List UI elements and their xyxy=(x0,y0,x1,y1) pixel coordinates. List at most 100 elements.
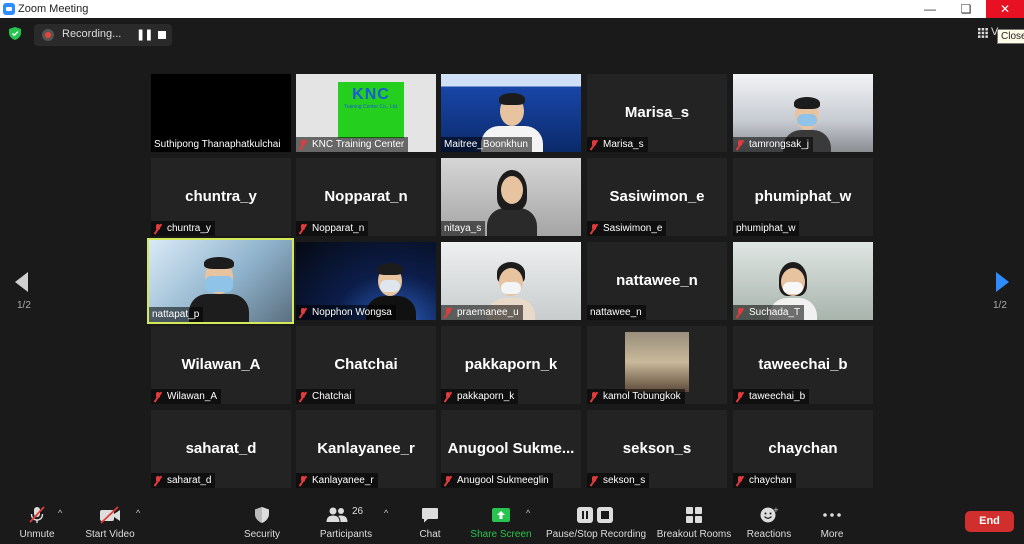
more-button[interactable]: More xyxy=(812,506,852,540)
video-options-caret-icon[interactable]: ^ xyxy=(136,508,140,518)
more-label: More xyxy=(820,529,844,540)
participant-tile[interactable]: sekson_s sekson_s xyxy=(587,410,727,488)
participant-display-name: Wilawan_A xyxy=(181,356,261,373)
participant-name-label: Maitree_Boonkhun xyxy=(441,137,532,152)
gallery-view-icon[interactable] xyxy=(978,28,988,38)
knc-logo: KNC Training Center Co., Ltd. xyxy=(338,82,404,138)
end-meeting-button[interactable]: End xyxy=(965,511,1014,532)
participant-display-name: phumiphat_w xyxy=(754,188,852,205)
participant-display-name: sekson_s xyxy=(622,440,692,457)
participant-display-name: saharat_d xyxy=(185,440,257,457)
participant-name-label: Kanlayanee_r xyxy=(296,473,378,488)
participant-display-name: Anugool Sukme... xyxy=(447,440,575,457)
participant-tile[interactable]: KNC Training Center Co., Ltd. KNC Traini… xyxy=(296,74,436,152)
participant-tile-active-speaker[interactable]: nattapat_p xyxy=(147,238,294,324)
participant-tile[interactable]: Nopparat_n Nopparat_n xyxy=(296,158,436,236)
participant-name-label: phumiphat_w xyxy=(733,221,800,236)
participant-tile[interactable]: Sasiwimon_e Sasiwimon_e xyxy=(587,158,727,236)
minimize-button[interactable]: — xyxy=(914,0,946,18)
muted-mic-icon xyxy=(444,391,452,402)
participant-name-label: Nopphon Wongsa xyxy=(296,305,396,320)
chat-button[interactable]: Chat xyxy=(410,506,450,540)
participant-tile[interactable]: Suchada_T xyxy=(733,242,873,320)
participant-name-label: saharat_d xyxy=(151,473,216,488)
participants-button[interactable]: 26 Participants xyxy=(314,506,378,540)
participant-tile[interactable]: chaychan chaychan xyxy=(733,410,873,488)
share-screen-button[interactable]: Share Screen xyxy=(470,506,532,540)
pause-recording-icon[interactable]: ❚❚ xyxy=(136,28,153,41)
share-screen-label: Share Screen xyxy=(470,529,532,540)
participants-count: 26 xyxy=(352,506,364,517)
start-video-label: Start Video xyxy=(85,529,135,540)
participant-name-label: Suchada_T xyxy=(733,305,805,320)
participant-name-label: nitaya_s xyxy=(441,221,486,236)
knc-logo-text: KNC xyxy=(352,86,390,103)
participant-tile[interactable]: kamol Tobungkok xyxy=(587,326,727,404)
participant-display-name: Sasiwimon_e xyxy=(609,188,705,205)
share-options-caret-icon[interactable]: ^ xyxy=(526,508,530,518)
muted-mic-icon xyxy=(736,139,744,150)
muted-mic-icon xyxy=(590,139,598,150)
muted-mic-icon xyxy=(299,475,307,486)
participant-tile[interactable]: nitaya_s xyxy=(441,158,581,236)
start-video-button[interactable]: Start Video xyxy=(80,506,140,540)
participant-tile[interactable]: pakkaporn_k pakkaporn_k xyxy=(441,326,581,404)
recording-indicator: Recording... ❚❚ xyxy=(34,24,172,46)
breakout-rooms-button[interactable]: Breakout Rooms xyxy=(656,506,732,540)
close-button[interactable]: ✕ xyxy=(986,0,1024,18)
muted-mic-icon xyxy=(590,391,598,402)
participant-tile[interactable]: praemanee_u xyxy=(441,242,581,320)
muted-microphone-icon xyxy=(29,506,45,523)
muted-mic-icon xyxy=(736,307,744,318)
recording-dot-icon xyxy=(42,29,54,41)
participant-tile[interactable]: Maitree_Boonkhun xyxy=(441,74,581,152)
participant-name-label: Chatchai xyxy=(296,389,356,404)
chat-label: Chat xyxy=(419,529,441,540)
participant-tile[interactable]: Suthipong Thanaphatkulchai xyxy=(151,74,291,152)
participant-display-name: Marisa_s xyxy=(624,104,690,121)
previous-page-arrow-icon[interactable] xyxy=(15,272,28,292)
participant-display-name: pakkaporn_k xyxy=(464,356,558,373)
participant-name-label: nattawee_n xyxy=(587,305,646,320)
muted-mic-icon xyxy=(154,223,162,234)
participant-tile[interactable]: tamrongsak_j xyxy=(733,74,873,152)
participants-options-caret-icon[interactable]: ^ xyxy=(384,508,388,518)
participant-name-label: sekson_s xyxy=(587,473,650,488)
participant-name-label: nattapat_p xyxy=(149,307,204,322)
participant-tile[interactable]: Nopphon Wongsa xyxy=(296,242,436,320)
breakout-rooms-icon xyxy=(686,507,702,523)
participant-name-label: taweechai_b xyxy=(733,389,810,404)
participant-tile[interactable]: Chatchai Chatchai xyxy=(296,326,436,404)
pause-stop-recording-button[interactable]: Pause/Stop Recording xyxy=(546,506,646,540)
reactions-smiley-icon: + xyxy=(760,506,779,523)
restore-button[interactable]: ❏ xyxy=(950,0,982,18)
participant-name-label: tamrongsak_j xyxy=(733,137,814,152)
participant-name-label: Suthipong Thanaphatkulchai xyxy=(151,137,285,152)
page-indicator-right: 1/2 xyxy=(993,300,1007,311)
audio-options-caret-icon[interactable]: ^ xyxy=(58,508,62,518)
next-page-arrow-icon[interactable] xyxy=(996,272,1009,292)
participant-tile[interactable]: taweechai_b taweechai_b xyxy=(733,326,873,404)
participant-display-name: chuntra_y xyxy=(185,188,257,205)
unmute-button[interactable]: Unmute xyxy=(12,506,62,540)
participant-tile[interactable]: phumiphat_w phumiphat_w xyxy=(733,158,873,236)
breakout-rooms-label: Breakout Rooms xyxy=(656,529,732,540)
participant-name-label: pakkaporn_k xyxy=(441,389,519,404)
participant-tile[interactable]: Wilawan_A Wilawan_A xyxy=(151,326,291,404)
security-button[interactable]: Security xyxy=(238,506,286,540)
participant-tile[interactable]: chuntra_y chuntra_y xyxy=(151,158,291,236)
participant-name-label: Marisa_s xyxy=(587,137,648,152)
participant-display-name: Chatchai xyxy=(334,356,398,373)
participant-tile[interactable]: saharat_d saharat_d xyxy=(151,410,291,488)
encryption-shield-icon[interactable] xyxy=(9,27,21,40)
participant-tile[interactable]: Anugool Sukme... Anugool Sukmeeglin xyxy=(441,410,581,488)
participant-tile[interactable]: Kanlayanee_r Kanlayanee_r xyxy=(296,410,436,488)
security-shield-icon xyxy=(255,507,269,523)
participant-name-label: Nopparat_n xyxy=(296,221,369,236)
participant-tile[interactable]: Marisa_s Marisa_s xyxy=(587,74,727,152)
reactions-button[interactable]: + Reactions xyxy=(744,506,794,540)
participant-tile[interactable]: nattawee_n nattawee_n xyxy=(587,242,727,320)
participants-label: Participants xyxy=(319,529,373,540)
stop-recording-icon[interactable] xyxy=(158,31,166,39)
participant-name-label: Wilawan_A xyxy=(151,389,222,404)
